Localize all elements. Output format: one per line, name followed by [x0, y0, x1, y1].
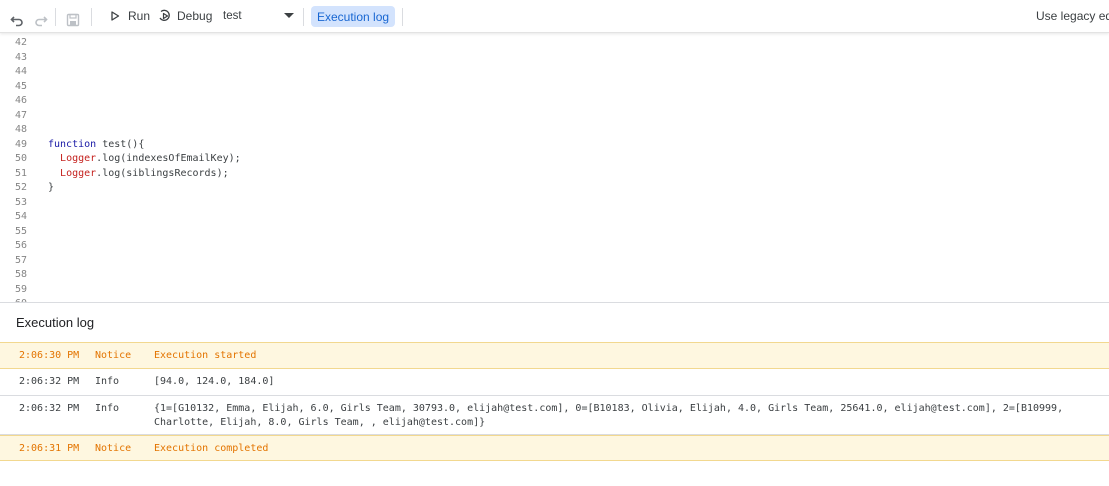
- code-line[interactable]: 48: [0, 123, 1109, 138]
- code-line[interactable]: 50 Logger.log(indexesOfEmailKey);: [0, 152, 1109, 167]
- line-number: 49: [14, 138, 27, 150]
- code-line[interactable]: 44: [0, 65, 1109, 80]
- log-row: 2:06:30 PM Notice Execution started: [0, 342, 1109, 369]
- code-line[interactable]: 53: [0, 196, 1109, 211]
- line-number: 57: [14, 254, 27, 266]
- code-line[interactable]: 57: [0, 254, 1109, 269]
- log-message: [94.0, 124.0, 184.0]: [154, 376, 275, 387]
- code-line[interactable]: 55: [0, 225, 1109, 240]
- code-editor[interactable]: 42 43 44 45 46 47 48 49 function test(){ 50 Logge…: [0, 34, 1109, 302]
- execution-log-toggle[interactable]: Execution log: [311, 6, 396, 27]
- toolbar: Run Debug test Execution log Use legacy …: [0, 0, 1109, 33]
- log-level: Notice: [95, 443, 132, 454]
- undo-icon: [9, 12, 25, 28]
- code-line[interactable]: 46: [0, 94, 1109, 109]
- code-line[interactable]: 54: [0, 210, 1109, 225]
- toolbar-divider: [55, 8, 56, 26]
- debug-label: Debug: [177, 9, 213, 23]
- line-number: 59: [14, 283, 27, 295]
- use-legacy-editor-button[interactable]: Use legacy ed: [1036, 4, 1109, 28]
- line-number: 58: [14, 269, 27, 280]
- code-line[interactable]: 56: [0, 239, 1109, 254]
- execution-log-panel: Execution log 2:06:30 PM Notice Execution …: [0, 302, 1109, 486]
- redo-icon: [33, 12, 49, 28]
- play-icon: [107, 8, 123, 24]
- code-text: }: [48, 182, 55, 193]
- code-line[interactable]: 51 Logger.log(siblingsRecords);: [0, 167, 1109, 182]
- function-select-value: test: [223, 10, 242, 22]
- code-line[interactable]: 58: [0, 268, 1109, 283]
- log-time: 2:06:32 PM: [19, 376, 80, 387]
- log-row: 2:06:31 PM Notice Execution completed: [0, 435, 1109, 461]
- code-line[interactable]: 47: [0, 109, 1109, 124]
- toolbar-divider: [303, 8, 304, 26]
- execution-log-title: Execution log: [16, 315, 95, 330]
- code-line[interactable]: 45: [0, 80, 1109, 95]
- line-number: 42: [14, 37, 27, 48]
- execution-log-label: Execution log: [317, 9, 390, 24]
- save-button[interactable]: [65, 8, 81, 32]
- line-number: 56: [14, 240, 27, 251]
- run-button[interactable]: Run: [107, 4, 150, 28]
- dropdown-arrow-icon: [281, 8, 297, 24]
- log-time: 2:06:31 PM: [19, 443, 80, 454]
- log-time: 2:06:30 PM: [19, 350, 80, 361]
- code-line[interactable]: 59: [0, 283, 1109, 298]
- function-select[interactable]: test: [223, 4, 297, 28]
- code-text: Logger.log(siblingsRecords);: [60, 167, 229, 179]
- code-line[interactable]: 42: [0, 36, 1109, 51]
- log-level: Info: [95, 403, 120, 414]
- line-number: 45: [14, 80, 27, 92]
- run-label: Run: [128, 9, 151, 23]
- log-message: {1=[G10132, Emma, Elijah, 6.0, Girls Tea…: [154, 403, 1064, 428]
- line-number: 55: [14, 225, 27, 237]
- log-row: 2:06:32 PM Info [94.0, 124.0, 184.0]: [0, 369, 1109, 396]
- debug-icon: [157, 8, 173, 24]
- code-text: Logger.log(indexesOfEmailKey);: [60, 153, 241, 164]
- line-number: 48: [14, 124, 27, 135]
- line-number: 47: [14, 109, 27, 121]
- log-message: Execution started: [154, 350, 257, 361]
- save-icon: [65, 12, 81, 28]
- log-message: Execution completed: [154, 443, 269, 454]
- toolbar-divider: [402, 8, 403, 26]
- line-number: 44: [14, 66, 27, 77]
- debug-button[interactable]: Debug: [157, 4, 212, 28]
- redo-button[interactable]: [33, 8, 49, 32]
- line-number: 50: [14, 153, 27, 164]
- code-line[interactable]: 52}: [0, 181, 1109, 196]
- line-number: 46: [14, 95, 27, 106]
- code-line[interactable]: 43: [0, 51, 1109, 66]
- code-line[interactable]: 49 function test(){: [0, 138, 1109, 153]
- toolbar-divider: [91, 8, 92, 26]
- line-number: 54: [14, 211, 27, 222]
- legacy-label: Use legacy ed: [1036, 9, 1109, 23]
- line-number: 53: [14, 196, 27, 208]
- log-row: 2:06:32 PM Info {1=[G10132, Emma, Elijah, …: [0, 396, 1109, 435]
- log-time: 2:06:32 PM: [19, 403, 80, 414]
- log-level: Info: [95, 376, 120, 387]
- line-number: 52: [14, 182, 27, 193]
- code-text: function test(){: [48, 138, 145, 150]
- undo-button[interactable]: [9, 8, 25, 32]
- line-number: 51: [14, 167, 27, 179]
- line-number: 43: [14, 51, 27, 63]
- log-level: Notice: [95, 350, 132, 361]
